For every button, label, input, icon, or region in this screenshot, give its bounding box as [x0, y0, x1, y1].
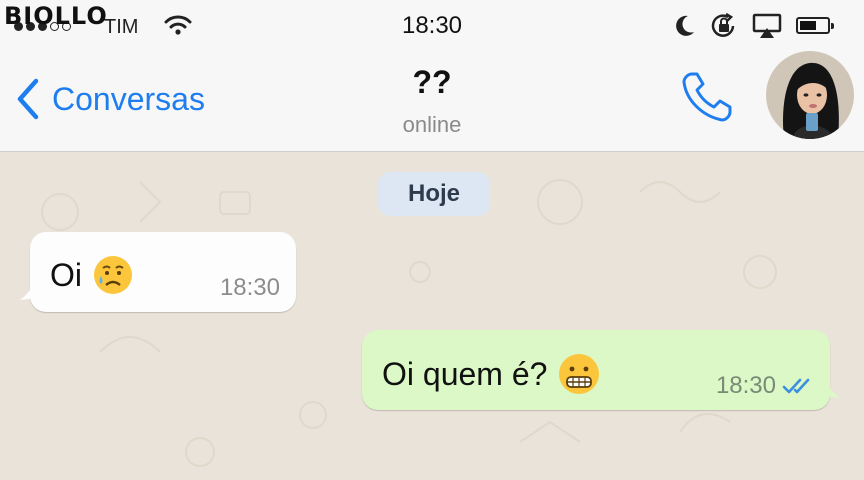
incoming-message[interactable]: Oi 18:30 — [20, 232, 296, 312]
message-text: Oi — [50, 256, 82, 293]
bubble-tail — [824, 378, 840, 398]
read-double-check-icon — [782, 378, 810, 394]
rotation-lock-icon — [711, 13, 735, 37]
message-meta: 18:30 — [716, 372, 816, 400]
moon-icon — [676, 15, 694, 36]
status-bar: TIM 18:30 — [0, 0, 864, 50]
outgoing-message[interactable]: Oi quem é? 18:30 — [362, 330, 840, 410]
sad-sweat-face-emoji — [94, 256, 132, 294]
battery-icon — [796, 17, 834, 34]
chat-area[interactable]: Hoje Oi 18:30 Oi quem é? 18:30 — [0, 152, 864, 480]
date-separator: Hoje — [378, 172, 490, 216]
watermark: BIOLLO — [4, 2, 108, 30]
message-time: 18:30 — [715, 372, 776, 399]
grimacing-face-emoji — [559, 354, 600, 394]
message-time: 18:30 — [219, 274, 280, 301]
chat-header: Conversas ?? online — [0, 50, 864, 152]
bubble-tail — [20, 280, 36, 300]
airplay-icon — [752, 13, 782, 38]
message-text: Oi quem é? — [382, 355, 548, 392]
avatar[interactable] — [766, 51, 854, 139]
phone-icon[interactable] — [680, 68, 736, 124]
